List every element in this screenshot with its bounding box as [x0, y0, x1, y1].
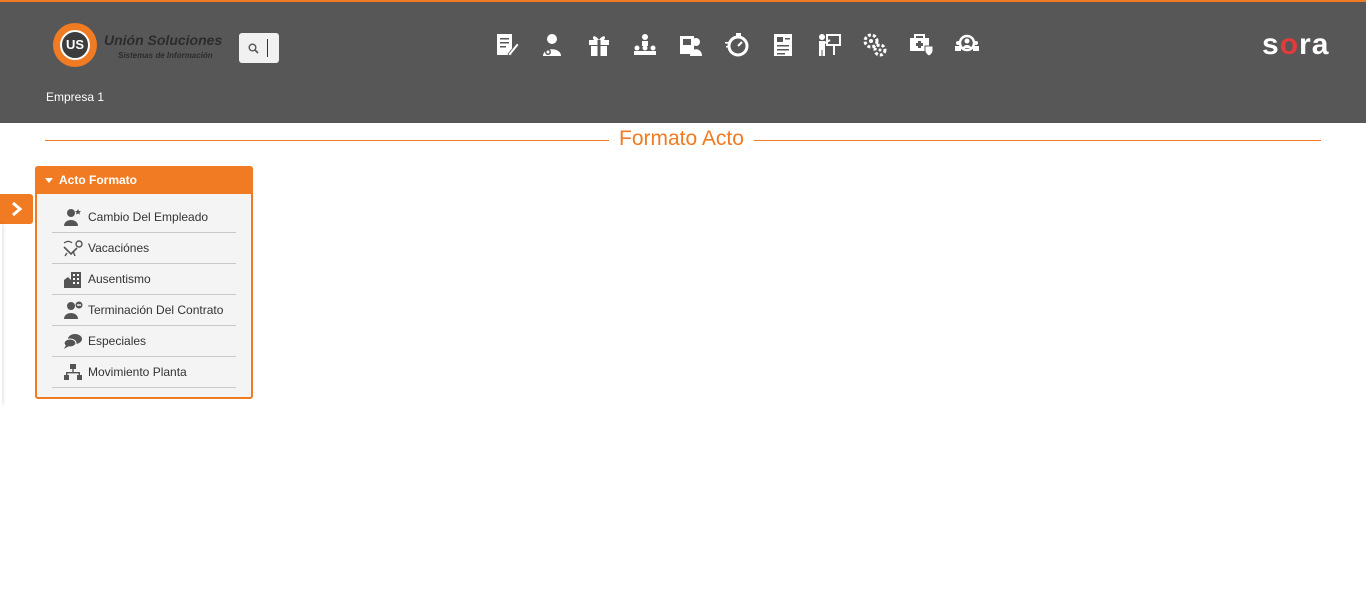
settings-gears-icon[interactable] [858, 30, 904, 60]
search-button[interactable] [239, 33, 279, 63]
panel-menu: Cambio Del Empleado Vacaciónes Ausentism… [52, 202, 236, 388]
org-hierarchy-icon[interactable] [628, 30, 674, 60]
menu-item-label: Vacaciónes [88, 241, 150, 255]
menu-item-label: Movimiento Planta [88, 365, 187, 379]
menu-item-label: Cambio Del Empleado [88, 210, 209, 224]
company-name: Empresa 1 [46, 90, 105, 104]
chevron-right-icon [11, 201, 22, 217]
timer-icon[interactable] [720, 30, 766, 60]
search-caret [267, 39, 268, 57]
chat-bubbles-icon [61, 331, 85, 351]
logo-title: Unión Soluciones [104, 32, 223, 48]
gift-icon[interactable] [582, 30, 628, 60]
user-remove-icon [61, 300, 85, 320]
sidebar-edge [0, 224, 2, 404]
report-icon[interactable] [766, 30, 812, 60]
user-star-icon [61, 207, 85, 227]
group-search-icon[interactable] [950, 30, 996, 60]
sidebar-toggle-button[interactable] [0, 194, 33, 224]
menu-item-label: Especiales [88, 334, 147, 348]
sora-brand-logo: sora [1262, 28, 1330, 61]
employee-icon[interactable] [536, 30, 582, 60]
logo-emblem: US [53, 23, 97, 67]
health-kit-icon[interactable] [904, 30, 950, 60]
document-edit-icon[interactable] [490, 30, 536, 60]
module-toolbar [490, 30, 996, 60]
menu-item-label: Terminación Del Contrato [88, 303, 224, 317]
menu-item-cambio-empleado[interactable]: Cambio Del Empleado [52, 202, 236, 233]
logo-subtitle: Sistemas de Información [118, 51, 213, 60]
panel-title: Acto Formato [59, 173, 137, 187]
acto-formato-panel: Acto Formato Cambio Del Empleado Vacació… [35, 166, 253, 399]
page-title-bar: Formato Acto [45, 126, 1321, 154]
panel-header[interactable]: Acto Formato [35, 166, 253, 194]
menu-item-label: Ausentismo [88, 272, 151, 286]
page-title: Formato Acto [609, 127, 754, 151]
company-logo[interactable]: US Unión Soluciones Sistemas de Informac… [53, 23, 223, 69]
building-icon [61, 269, 85, 289]
menu-item-movimiento-planta[interactable]: Movimiento Planta [52, 357, 236, 388]
logo-initials: US [60, 30, 90, 60]
menu-item-vacaciones[interactable]: Vacaciónes [52, 233, 236, 264]
caret-down-icon [45, 178, 53, 184]
beach-chair-icon [61, 238, 85, 258]
id-badge-icon[interactable] [674, 30, 720, 60]
training-icon[interactable] [812, 30, 858, 60]
hierarchy-icon [61, 362, 85, 382]
menu-item-ausentismo[interactable]: Ausentismo [52, 264, 236, 295]
menu-item-terminacion-contrato[interactable]: Terminación Del Contrato [52, 295, 236, 326]
top-header: US Unión Soluciones Sistemas de Informac… [0, 0, 1366, 123]
search-icon [248, 43, 259, 54]
menu-item-especiales[interactable]: Especiales [52, 326, 236, 357]
